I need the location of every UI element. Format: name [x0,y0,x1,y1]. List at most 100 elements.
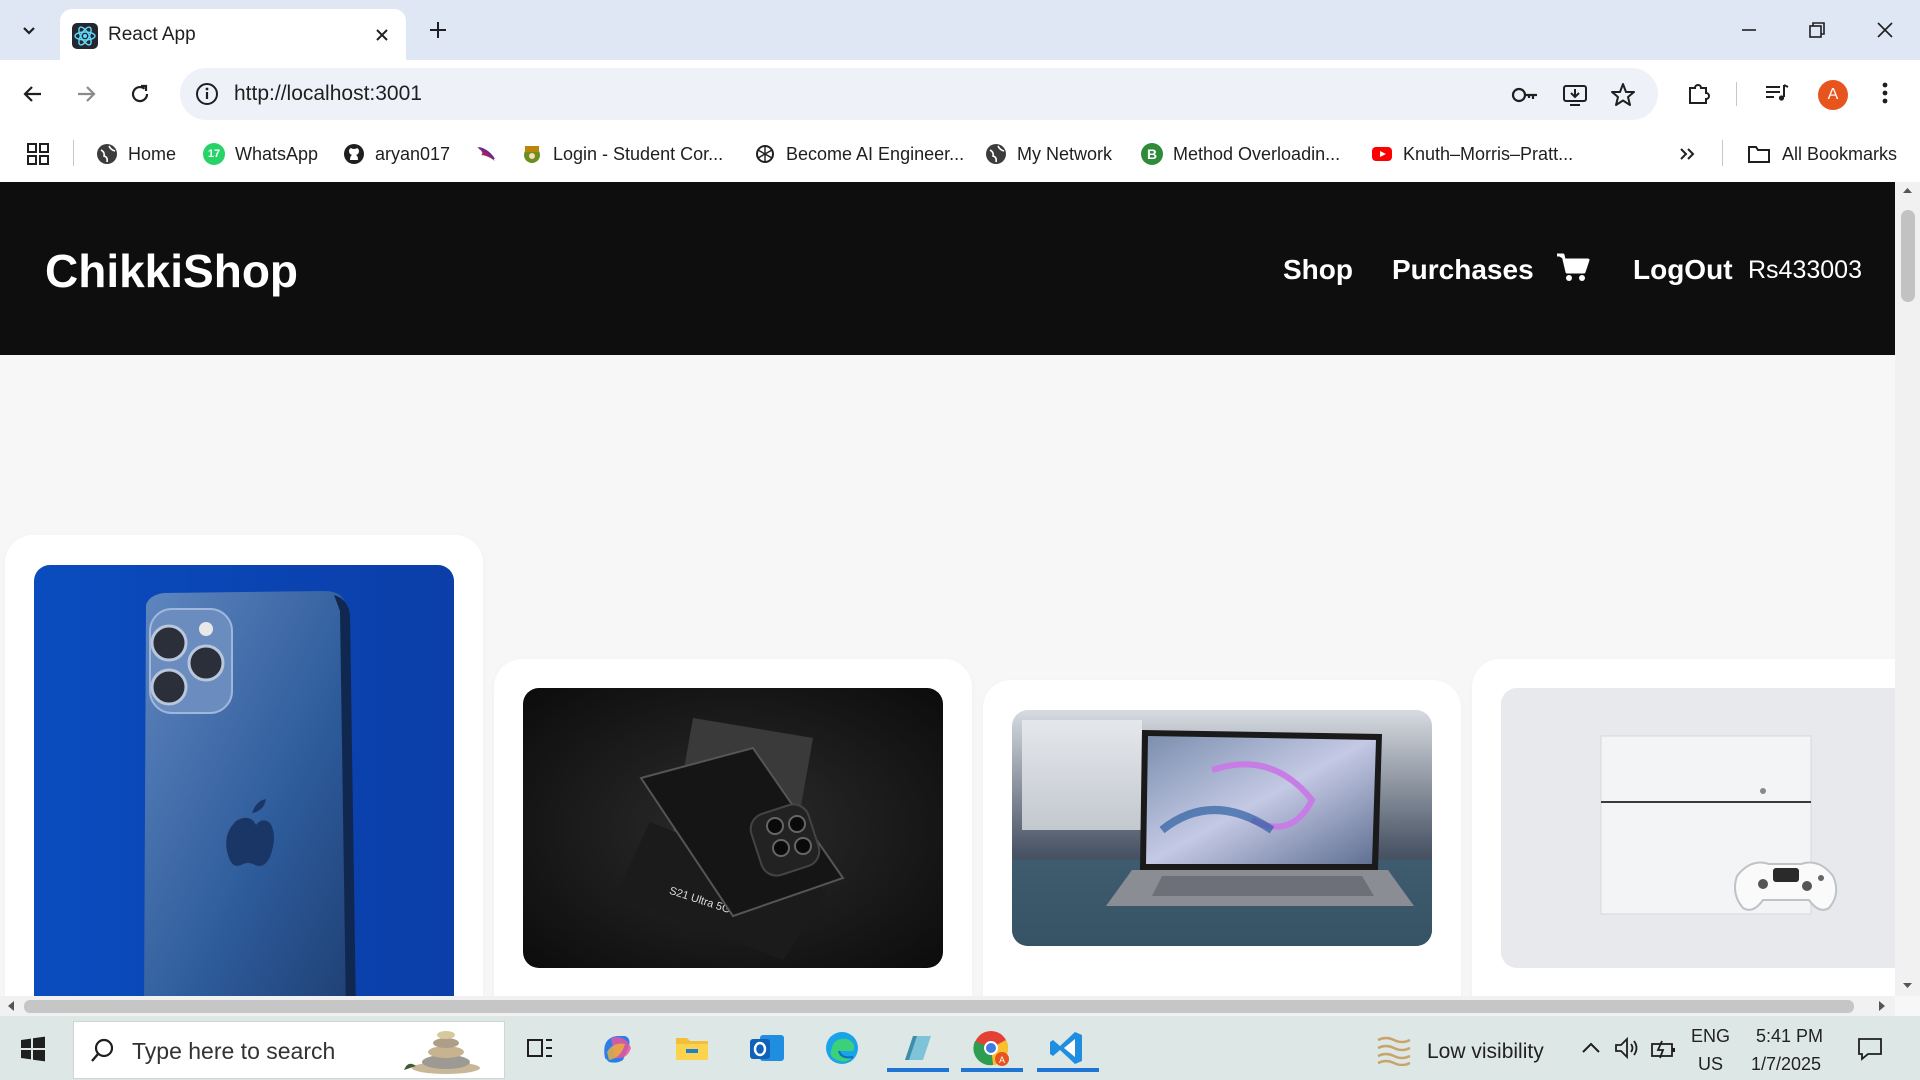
notification-center-button[interactable] [1856,1036,1884,1067]
new-tab-button[interactable] [424,16,452,44]
bookmark-method-overloading[interactable]: B Method Overloadin... [1141,138,1340,170]
taskbar-file-explorer[interactable] [668,1024,716,1072]
language-code[interactable]: ENG [1691,1026,1730,1047]
browser-menu-button[interactable] [1868,76,1902,110]
scroll-left-arrow-icon[interactable] [4,998,18,1014]
laptop-photo [1012,710,1432,946]
apps-button[interactable] [26,138,50,170]
bookmark-whatsapp[interactable]: 17 WhatsApp [203,138,318,170]
bookmark-bird-logo[interactable] [475,138,507,170]
scroll-down-arrow-icon[interactable] [1895,978,1920,994]
battery-button[interactable] [1650,1038,1678,1065]
cart-button[interactable] [1556,252,1590,286]
bookmark-star-button[interactable] [1608,80,1638,110]
close-window-button[interactable] [1868,14,1902,46]
nav-logout-link[interactable]: LogOut [1633,254,1733,286]
all-bookmarks-button[interactable]: All Bookmarks [1746,138,1897,170]
github-icon [344,144,364,164]
product-card[interactable] [5,535,483,996]
globe-icon [986,144,1006,164]
browser-tab-strip: React App [0,0,1920,60]
bookmark-label: Method Overloadin... [1173,143,1341,164]
page-vertical-scrollbar[interactable] [1895,182,1920,996]
bookmark-home[interactable]: Home [96,138,176,170]
vscode-icon [1050,1032,1082,1064]
bookmark-my-network[interactable]: My Network [985,138,1112,170]
samsung-s21-ultra-photo: S21 Ultra 5G [523,688,943,968]
password-key-button[interactable] [1510,80,1540,110]
taskbar-chrome[interactable]: A [961,1024,1023,1072]
scroll-right-arrow-icon[interactable] [1875,998,1889,1014]
weather-text[interactable]: Low visibility [1427,1040,1544,1064]
address-url[interactable]: http://localhost:3001 [234,82,422,106]
nav-purchases-link[interactable]: Purchases [1392,254,1534,286]
wallet-balance: Rs433003 [1748,256,1862,284]
reload-icon [131,84,149,103]
taskbar-app-pinned[interactable] [887,1024,949,1072]
profile-avatar[interactable]: A [1818,80,1848,110]
back-button[interactable] [13,74,53,114]
bookmarks-divider [1722,140,1723,166]
taskbar-search-box[interactable]: Type here to search [73,1021,505,1079]
bookmark-github[interactable]: aryan017 [343,138,450,170]
minimize-icon [1742,29,1756,31]
tray-overflow-button[interactable] [1580,1038,1602,1063]
product-image-samsung[interactable]: S21 Ultra 5G [523,688,943,968]
brand-logo[interactable]: ChikkiShop [45,244,298,298]
forward-button[interactable] [66,74,106,114]
task-view-button[interactable] [516,1024,564,1072]
clock-date[interactable]: 1/7/2025 [1751,1054,1821,1075]
bookmark-student-corner[interactable]: Login - Student Cor... [521,138,723,170]
horizontal-scroll-thumb[interactable] [24,1000,1854,1013]
chevron-down-icon [23,27,35,35]
battery-charging-icon [1651,1040,1675,1059]
clock-time[interactable]: 5:41 PM [1756,1026,1823,1047]
product-card[interactable] [1472,659,1895,996]
product-card[interactable] [983,680,1461,996]
vertical-scroll-thumb[interactable] [1901,210,1915,302]
taskbar-vscode[interactable] [1037,1024,1099,1072]
site-info-icon[interactable] [194,81,220,107]
taskbar-search-placeholder[interactable]: Type here to search [132,1038,335,1065]
volume-button[interactable] [1614,1036,1640,1065]
app-navbar: ChikkiShop Shop Purchases LogOut Rs43300… [0,182,1895,355]
restore-button[interactable] [1800,14,1834,46]
language-region[interactable]: US [1698,1054,1723,1075]
product-image-laptop[interactable] [1012,710,1432,946]
install-app-button[interactable] [1560,80,1590,110]
close-icon [1877,22,1893,38]
media-control-button[interactable] [1760,76,1794,110]
bookmark-label: aryan017 [375,143,451,164]
playstation-console-photo [1501,688,1895,968]
reload-button[interactable] [120,74,160,114]
address-bar[interactable]: http://localhost:3001 [180,68,1658,120]
extensions-button[interactable] [1682,76,1716,110]
scroll-up-arrow-icon[interactable] [1895,182,1920,198]
active-app-indicator [961,1068,1023,1072]
minimize-button[interactable] [1732,14,1766,46]
tab-search-button[interactable] [12,14,46,48]
install-icon [1563,85,1587,106]
more-bookmarks-button[interactable] [1677,138,1697,170]
whatsapp-icon: 17 [203,143,225,165]
nav-shop-link[interactable]: Shop [1283,254,1353,286]
notification-icon [1858,1038,1882,1061]
tab-close-button[interactable] [370,23,394,47]
taskbar-edge[interactable] [818,1024,866,1072]
page-horizontal-scrollbar[interactable] [0,996,1895,1016]
all-bookmarks-label: All Bookmarks [1782,143,1898,164]
copilot-icon [604,1036,631,1063]
puzzle-icon [1689,84,1710,104]
weather-widget[interactable] [1376,1032,1416,1067]
product-card[interactable]: S21 Ultra 5G [494,659,972,996]
product-image-playstation[interactable] [1501,688,1895,968]
start-button[interactable] [20,1036,48,1064]
product-image-iphone[interactable] [34,565,454,996]
taskbar-outlook[interactable] [743,1024,791,1072]
bookmark-ai-engineer[interactable]: Become AI Engineer... [754,138,964,170]
taskbar-copilot[interactable] [593,1024,641,1072]
browser-tab-active[interactable]: React App [60,9,406,60]
outlook-icon [750,1035,784,1061]
key-icon [1511,87,1537,103]
bookmark-kmp-youtube[interactable]: Knuth–Morris–Pratt... [1371,138,1573,170]
